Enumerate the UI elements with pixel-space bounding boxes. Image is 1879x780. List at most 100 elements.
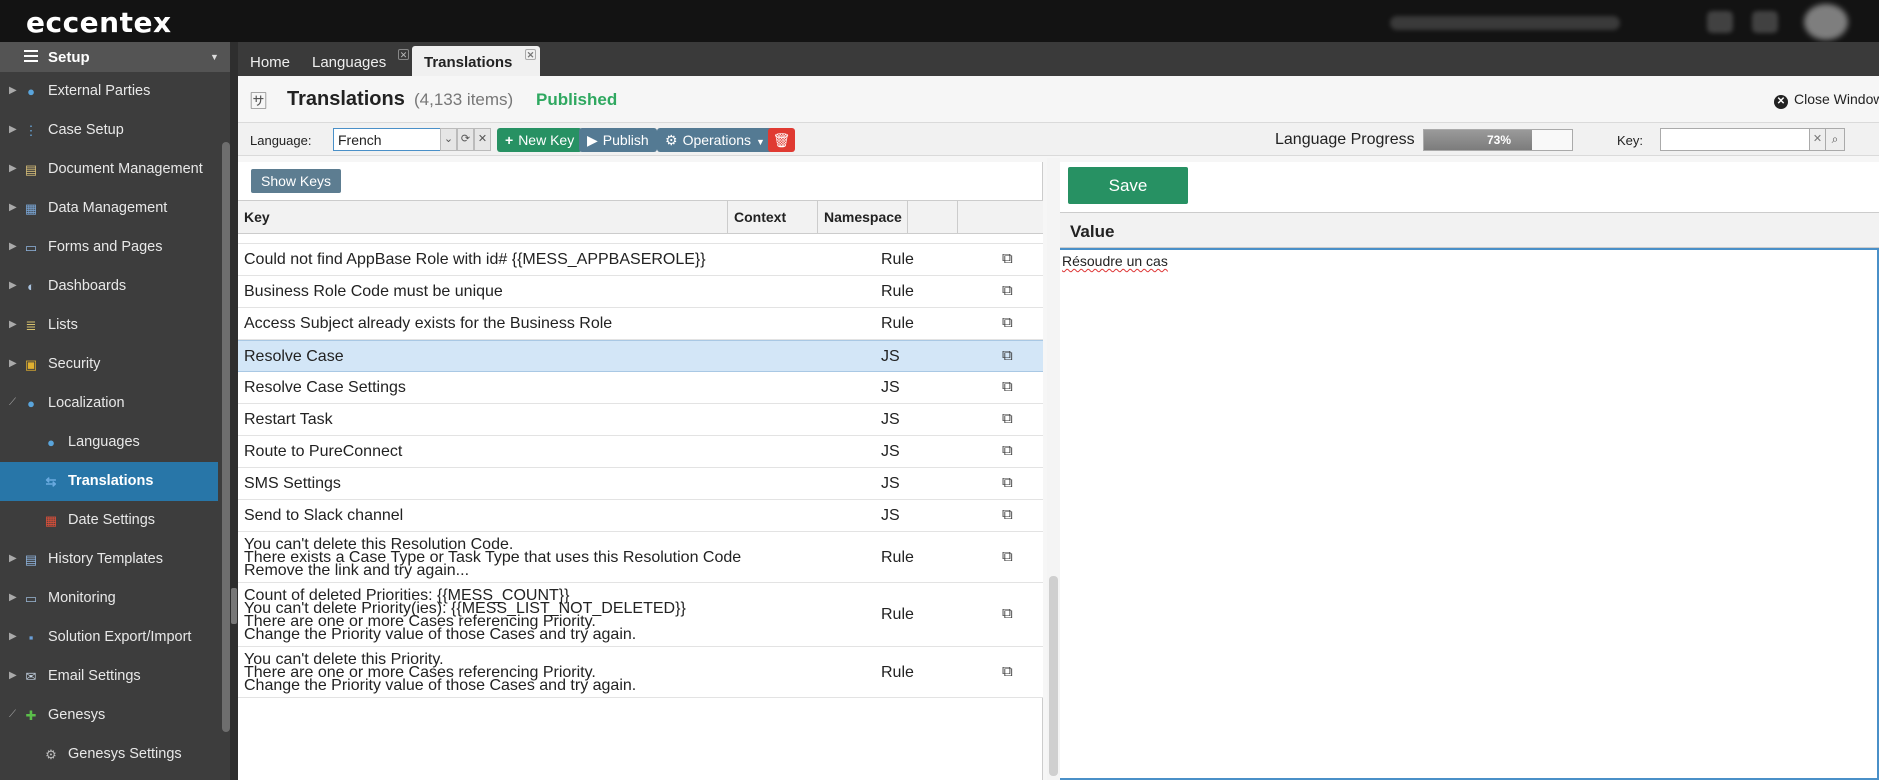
monitor-icon: ▭ [24, 590, 38, 606]
search-icon[interactable]: ⌕ [1825, 128, 1845, 151]
table-row[interactable]: SMS Settings JS ⧉ [238, 468, 1043, 500]
sidebar-splitter[interactable] [230, 42, 238, 780]
sidebar-item-dashboards[interactable]: ▶ ◐ Dashboards [0, 267, 218, 306]
table-row[interactable]: Resolve Case JS ⧉ [238, 340, 1043, 372]
copy-icon[interactable]: ⧉ [1002, 474, 1013, 491]
copy-icon[interactable]: ⧉ [1002, 442, 1013, 459]
column-header-actions [908, 201, 958, 234]
plus-icon: + [505, 132, 514, 148]
sidebar-item-localization[interactable]: ⟋ ● Localization [0, 384, 218, 423]
table-row[interactable]: Restart Task JS ⧉ [238, 404, 1043, 436]
value-textarea[interactable]: Résoudre un cas [1056, 248, 1879, 780]
table-row[interactable]: Send to Slack channel JS ⧉ [238, 500, 1043, 532]
expand-arrow-icon[interactable]: ▶ [9, 241, 17, 252]
refresh-icon[interactable]: ⟳ [457, 128, 474, 151]
close-window-button[interactable]: ✕ Close Window [1774, 91, 1879, 109]
column-header-key[interactable]: Key [238, 201, 728, 234]
clear-icon[interactable]: ✕ [1809, 128, 1826, 151]
sidebar-item-monitoring[interactable]: ▶ ▭ Monitoring [0, 579, 218, 618]
sidebar-item-genesys-settings[interactable]: ⚙ Genesys Settings [0, 735, 218, 774]
table-row[interactable]: You can't delete this Priority. There are… [238, 647, 1043, 698]
close-icon[interactable]: ✕ [525, 49, 536, 60]
close-icon[interactable]: ✕ [398, 49, 409, 60]
table-row-partial[interactable] [238, 234, 1043, 244]
sidebar-item-external-parties[interactable]: ▶ ● External Parties [0, 72, 218, 111]
tab-translations[interactable]: Translations ✕ [412, 46, 540, 76]
column-header-context[interactable]: Context [728, 201, 818, 234]
expand-arrow-icon[interactable]: ▶ [9, 358, 17, 369]
table-row[interactable]: Access Subject already exists for the Bu… [238, 308, 1043, 340]
sidebar-item-history-templates[interactable]: ▶ ▤ History Templates [0, 540, 218, 579]
sidebar-header[interactable]: Setup ▼ [0, 42, 232, 72]
translate-icon: ⇆ [45, 473, 57, 489]
splitter-grip[interactable] [231, 588, 237, 624]
sidebar-item-label: Translations [68, 473, 154, 489]
column-header-namespace[interactable]: Namespace [818, 201, 908, 234]
sidebar-item-genesys[interactable]: ⟋ ✚ Genesys [0, 696, 218, 735]
copy-icon[interactable]: ⧉ [1002, 663, 1013, 680]
save-icon: ▪ [28, 630, 34, 645]
expanded-arrow-icon[interactable]: ⟋ [9, 397, 16, 408]
copy-icon[interactable]: ⧉ [1002, 378, 1013, 395]
delete-button[interactable]: 🗑 [768, 128, 795, 152]
expand-arrow-icon[interactable]: ▶ [9, 124, 17, 135]
clear-icon[interactable]: ✕ [474, 128, 491, 151]
copy-icon[interactable]: ⧉ [1002, 282, 1013, 299]
expand-arrow-icon[interactable]: ▶ [9, 670, 17, 681]
sidebar-item-security[interactable]: ▶ ▣ Security [0, 345, 218, 384]
expand-arrow-icon[interactable]: ▶ [9, 85, 17, 96]
app-logo[interactable]: eccentex [26, 6, 172, 39]
save-button[interactable]: Save [1068, 167, 1188, 204]
language-select[interactable]: French [333, 128, 441, 151]
expand-arrow-icon[interactable]: ▶ [9, 280, 17, 291]
bell-icon[interactable] [1707, 11, 1733, 33]
sidebar-item-document-management[interactable]: ▶ ▤ Document Management [0, 150, 218, 189]
publish-button[interactable]: ▶ Publish [579, 128, 657, 152]
copy-icon[interactable]: ⧉ [1002, 605, 1013, 622]
sidebar-item-label: Dashboards [48, 278, 127, 294]
sidebar-item-date-settings[interactable]: ▦ Date Settings [0, 501, 218, 540]
copy-icon[interactable]: ⧉ [1002, 347, 1013, 364]
show-keys-button[interactable]: Show Keys [251, 169, 342, 193]
sidebar-item-email-settings[interactable]: ▶ ✉ Email Settings [0, 657, 218, 696]
table-row[interactable]: Count of deleted Priorities: {{MESS_COUN… [238, 583, 1043, 647]
table-row[interactable]: Could not find AppBase Role with id# {{M… [238, 244, 1043, 276]
sidebar-item-forms-and-pages[interactable]: ▶ ▭ Forms and Pages [0, 228, 218, 267]
operations-button[interactable]: ⚙ Operations ▼ [657, 128, 773, 152]
tab-home[interactable]: Home [238, 46, 300, 76]
sidebar-item-case-setup[interactable]: ▶ ⋮ Case Setup [0, 111, 218, 150]
table-row[interactable]: Route to PureConnect JS ⧉ [238, 436, 1043, 468]
sidebar-item-data-management[interactable]: ▶ ▦ Data Management [0, 189, 218, 228]
chevron-down-icon[interactable]: ⌄ [440, 128, 457, 151]
sidebar-item-solution-export-import[interactable]: ▶ ▪ Solution Export/Import [0, 618, 218, 657]
avatar[interactable] [1804, 4, 1848, 40]
copy-icon[interactable]: ⧉ [1002, 410, 1013, 427]
copy-icon[interactable]: ⧉ [1002, 548, 1013, 565]
gear-icon[interactable] [1752, 11, 1778, 33]
copy-icon[interactable]: ⧉ [1002, 250, 1013, 267]
expand-arrow-icon[interactable]: ▶ [9, 163, 17, 174]
expand-arrow-icon[interactable]: ▶ [9, 202, 17, 213]
table-row[interactable]: You can't delete this Resolution Code. Th… [238, 532, 1043, 583]
key-search-input[interactable] [1660, 128, 1810, 151]
copy-icon[interactable]: ⧉ [1002, 506, 1013, 523]
copy-icon[interactable]: ⧉ [1002, 314, 1013, 331]
sidebar-scrollbar[interactable] [222, 142, 230, 732]
translate-icon: 🈂 [250, 92, 267, 111]
new-key-button[interactable]: + New Key [497, 128, 583, 152]
key-cell: Restart Task [244, 412, 764, 428]
sidebar-item-translations[interactable]: ⇆ Translations [0, 462, 218, 501]
sidebar-item-languages[interactable]: ● Languages [0, 423, 218, 462]
table-row[interactable]: Resolve Case Settings JS ⧉ [238, 372, 1043, 404]
table-row[interactable]: Business Role Code must be unique Rule ⧉ [238, 276, 1043, 308]
expand-arrow-icon[interactable]: ▶ [9, 553, 17, 564]
expand-arrow-icon[interactable]: ▶ [9, 631, 17, 642]
expand-arrow-icon[interactable]: ▶ [9, 592, 17, 603]
keys-scrollbar-thumb[interactable] [1049, 576, 1058, 776]
sidebar-item-lists[interactable]: ▶ ≣ Lists [0, 306, 218, 345]
keys-table-body: Could not find AppBase Role with id# {{M… [238, 234, 1043, 780]
tab-languages[interactable]: Languages ✕ [300, 46, 412, 76]
key-text-line: SMS Settings [244, 475, 341, 492]
expanded-arrow-icon[interactable]: ⟋ [9, 709, 16, 720]
expand-arrow-icon[interactable]: ▶ [9, 319, 17, 330]
